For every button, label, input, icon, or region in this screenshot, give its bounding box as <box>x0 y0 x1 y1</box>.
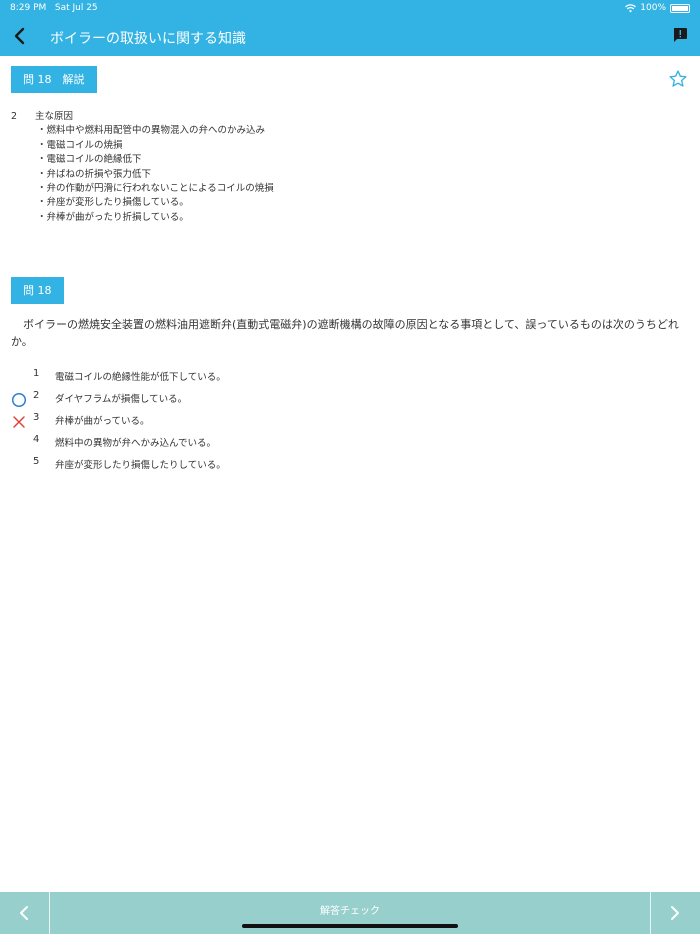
chevron-right-icon <box>671 906 679 920</box>
previous-button[interactable] <box>0 892 50 934</box>
bottom-toolbar: 解答チェック <box>0 892 700 934</box>
choice-text: 弁座が変形したり損傷したりしている。 <box>55 460 226 471</box>
choice-text: 燃料中の異物が弁へかみ込んでいる。 <box>55 438 217 449</box>
choice-number: 3 <box>33 412 40 423</box>
status-date: Sat Jul 25 <box>54 3 98 13</box>
chevron-left-icon <box>14 27 25 45</box>
choice-number: 5 <box>33 456 40 467</box>
wifi-icon <box>625 3 637 12</box>
next-button[interactable] <box>650 892 700 934</box>
status-indicators: 100% <box>625 3 690 13</box>
favorite-button[interactable] <box>668 69 688 89</box>
battery-percent: 100% <box>640 3 666 13</box>
choice-number: 2 <box>33 390 40 401</box>
explanation-item: ・電磁コイルの焼損 <box>37 139 123 151</box>
question-text: ボイラーの燃焼安全装置の燃料油用遮断弁(直動式電磁弁)の遮断機構の故障の原因とな… <box>11 318 679 348</box>
explanation-item: ・電磁コイルの絶縁低下 <box>37 154 142 166</box>
report-button[interactable] <box>672 27 688 43</box>
explanation-item: ・燃料中や燃料用配管中の異物混入の弁へのかみ込み <box>37 125 266 137</box>
explanation-body: 主な原因 ・燃料中や燃料用配管中の異物混入の弁へのかみ込み ・電磁コイルの焼損 … <box>35 110 274 225</box>
choice-text: ダイヤフラムが損傷している。 <box>55 394 188 405</box>
status-time: 8:29 PM <box>10 3 47 13</box>
battery-icon <box>670 3 690 13</box>
choice-text: 弁棒が曲がっている。 <box>55 416 150 427</box>
home-indicator[interactable] <box>242 924 458 928</box>
explanation-item: ・弁座が変形したり損傷している。 <box>37 197 189 209</box>
explanation-tag: 問 18 解説 <box>11 66 97 93</box>
star-outline-icon <box>669 70 687 87</box>
report-icon <box>674 28 687 42</box>
choice-number: 4 <box>33 434 40 445</box>
explanation-answer: 2 <box>11 111 18 122</box>
choice-text: 電磁コイルの絶縁性能が低下している。 <box>55 372 226 383</box>
navigation-bar: 8:29 PM Sat Jul 25 100% ボイラーの取扱いに関する知識 <box>0 0 700 56</box>
choice-number: 1 <box>33 368 40 379</box>
explanation-item: ・弁棒が曲がったり折損している。 <box>37 211 189 223</box>
back-button[interactable] <box>10 26 30 46</box>
correct-circle-icon <box>11 392 27 408</box>
explanation-item: ・弁の作動が円滑に行われないことによるコイルの焼損 <box>37 183 274 195</box>
explanation-heading: 主な原因 <box>35 111 74 122</box>
page-title: ボイラーの取扱いに関する知識 <box>50 31 246 47</box>
wrong-cross-icon <box>13 416 25 428</box>
chevron-left-icon <box>20 906 28 920</box>
explanation-item: ・弁ばねの折損や張力低下 <box>37 168 152 180</box>
question-tag: 問 18 <box>11 277 64 304</box>
status-time-date: 8:29 PM Sat Jul 25 <box>10 3 98 13</box>
